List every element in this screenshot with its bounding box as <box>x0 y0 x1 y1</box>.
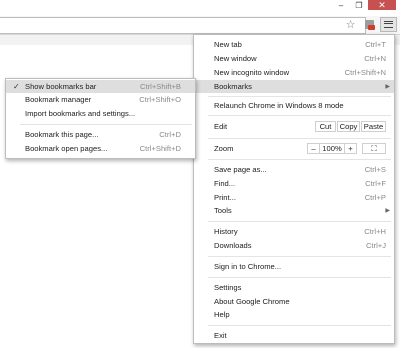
omnibox[interactable] <box>0 17 366 34</box>
menu-item-shortcut: Ctrl+Shift+N <box>344 68 386 77</box>
menu-item-tools[interactable]: Tools ▶ <box>194 204 394 217</box>
zoom-level: 100% <box>320 143 344 154</box>
menu-item-shortcut: Ctrl+P <box>364 193 386 202</box>
chrome-menu: New tab Ctrl+T New window Ctrl+N New incog… <box>193 34 395 344</box>
maximize-button[interactable]: ❐ <box>351 0 367 10</box>
extension-icon <box>364 20 375 30</box>
menu-separator <box>208 96 391 97</box>
menu-item-settings[interactable]: Settings <box>194 281 394 294</box>
close-button[interactable]: ✕ <box>368 0 396 10</box>
restore-icon: ❐ <box>355 0 363 10</box>
menu-item-label: Print... <box>214 193 236 202</box>
menu-item-shortcut: Ctrl+J <box>365 241 386 250</box>
submenu-arrow-icon: ▶ <box>385 208 390 214</box>
menu-item-label: Downloads <box>214 241 252 250</box>
menu-item-history[interactable]: History Ctrl+H <box>194 225 394 238</box>
chrome-menu-button[interactable] <box>380 17 397 32</box>
submenu-item-label: Import bookmarks and settings... <box>25 109 136 118</box>
submenu-item-bookmark-open-pages[interactable]: Bookmark open pages... Ctrl+Shift+D <box>6 142 195 155</box>
menu-item-print[interactable]: Print... Ctrl+P <box>194 191 394 204</box>
submenu-item-show-bookmarks-bar[interactable]: ✓ Show bookmarks bar Ctrl+Shift+B <box>6 80 195 93</box>
menu-item-sign-in[interactable]: Sign in to Chrome... <box>194 260 394 273</box>
menu-item-relaunch-windows8[interactable]: Relaunch Chrome in Windows 8 mode <box>194 99 394 112</box>
submenu-item-label: Bookmark open pages... <box>25 144 108 153</box>
menu-item-label: Find... <box>214 179 236 188</box>
menu-item-downloads[interactable]: Downloads Ctrl+J <box>194 239 394 252</box>
submenu-item-bookmark-this-page[interactable]: Bookmark this page... Ctrl+D <box>6 128 195 141</box>
submenu-arrow-icon: ▶ <box>385 84 390 90</box>
menu-item-shortcut: Ctrl+N <box>364 54 386 63</box>
submenu-item-shortcut: Ctrl+Shift+O <box>139 95 181 104</box>
bookmark-star-button[interactable]: ☆ <box>344 17 357 32</box>
menu-item-label: Help <box>214 310 230 319</box>
submenu-item-shortcut: Ctrl+Shift+D <box>139 144 181 153</box>
checkmark-icon: ✓ <box>13 82 20 91</box>
menu-separator <box>208 159 391 160</box>
menu-item-label: About Google Chrome <box>214 297 290 306</box>
extension-button[interactable] <box>362 17 376 32</box>
menu-separator <box>208 256 391 257</box>
bookmarks-submenu: ✓ Show bookmarks bar Ctrl+Shift+B Bookmark… <box>5 78 196 159</box>
menu-item-save-page-as[interactable]: Save page as... Ctrl+S <box>194 163 394 176</box>
menu-item-shortcut: Ctrl+F <box>365 179 386 188</box>
menu-item-label: Sign in to Chrome... <box>214 262 282 271</box>
menu-item-exit[interactable]: Exit <box>194 329 394 342</box>
menu-item-bookmarks[interactable]: Bookmarks ▶ <box>194 80 394 93</box>
menu-item-label: Zoom <box>214 144 234 153</box>
menu-item-help[interactable]: Help <box>194 308 394 321</box>
menu-item-shortcut: Ctrl+T <box>365 40 386 49</box>
menu-item-new-tab[interactable]: New tab Ctrl+T <box>194 38 394 51</box>
cut-button[interactable]: Cut <box>315 121 336 132</box>
submenu-item-import-bookmarks[interactable]: Import bookmarks and settings... <box>6 107 195 120</box>
menu-item-find[interactable]: Find... Ctrl+F <box>194 177 394 190</box>
submenu-item-label: Bookmark this page... <box>25 130 99 139</box>
hamburger-icon <box>384 21 393 28</box>
title-bar: – ❐ ✕ <box>0 0 400 16</box>
menu-item-label: New incognito window <box>214 68 290 77</box>
minimize-button[interactable]: – <box>333 0 349 10</box>
menu-item-label: Relaunch Chrome in Windows 8 mode <box>214 101 344 110</box>
menu-separator <box>208 115 391 116</box>
zoom-in-button[interactable]: + <box>344 143 357 154</box>
star-icon: ☆ <box>345 19 356 31</box>
menu-separator <box>208 221 391 222</box>
submenu-item-shortcut: Ctrl+Shift+B <box>140 82 181 91</box>
menu-separator <box>208 277 391 278</box>
submenu-item-label: Show bookmarks bar <box>25 82 97 91</box>
menu-item-label: Tools <box>214 206 232 215</box>
zoom-out-button[interactable]: – <box>307 143 320 154</box>
submenu-separator <box>20 124 192 125</box>
menu-item-new-window[interactable]: New window Ctrl+N <box>194 52 394 65</box>
menu-item-label: Save page as... <box>214 165 267 174</box>
menu-item-shortcut: Ctrl+H <box>364 227 386 236</box>
menu-item-label: New tab <box>214 40 242 49</box>
menu-separator <box>208 325 391 326</box>
minimize-icon: – <box>338 0 344 10</box>
menu-item-label: History <box>214 227 238 236</box>
paste-button[interactable]: Paste <box>361 121 386 132</box>
menu-item-label: Bookmarks <box>214 82 252 91</box>
copy-button[interactable]: Copy <box>337 121 360 132</box>
menu-item-shortcut: Ctrl+S <box>364 165 386 174</box>
menu-item-new-incognito-window[interactable]: New incognito window Ctrl+Shift+N <box>194 66 394 79</box>
menu-item-label: Edit <box>214 122 228 131</box>
submenu-item-bookmark-manager[interactable]: Bookmark manager Ctrl+Shift+O <box>6 93 195 106</box>
submenu-item-shortcut: Ctrl+D <box>159 130 181 139</box>
menu-item-label: New window <box>214 54 257 63</box>
fullscreen-icon: ⛶ <box>371 143 377 153</box>
menu-item-about[interactable]: About Google Chrome <box>194 295 394 308</box>
close-icon: ✕ <box>378 0 386 10</box>
menu-item-label: Settings <box>214 283 242 292</box>
submenu-item-label: Bookmark manager <box>25 95 92 104</box>
menu-separator <box>208 138 391 139</box>
fullscreen-button[interactable]: ⛶ <box>362 143 386 154</box>
menu-item-label: Exit <box>214 331 227 340</box>
